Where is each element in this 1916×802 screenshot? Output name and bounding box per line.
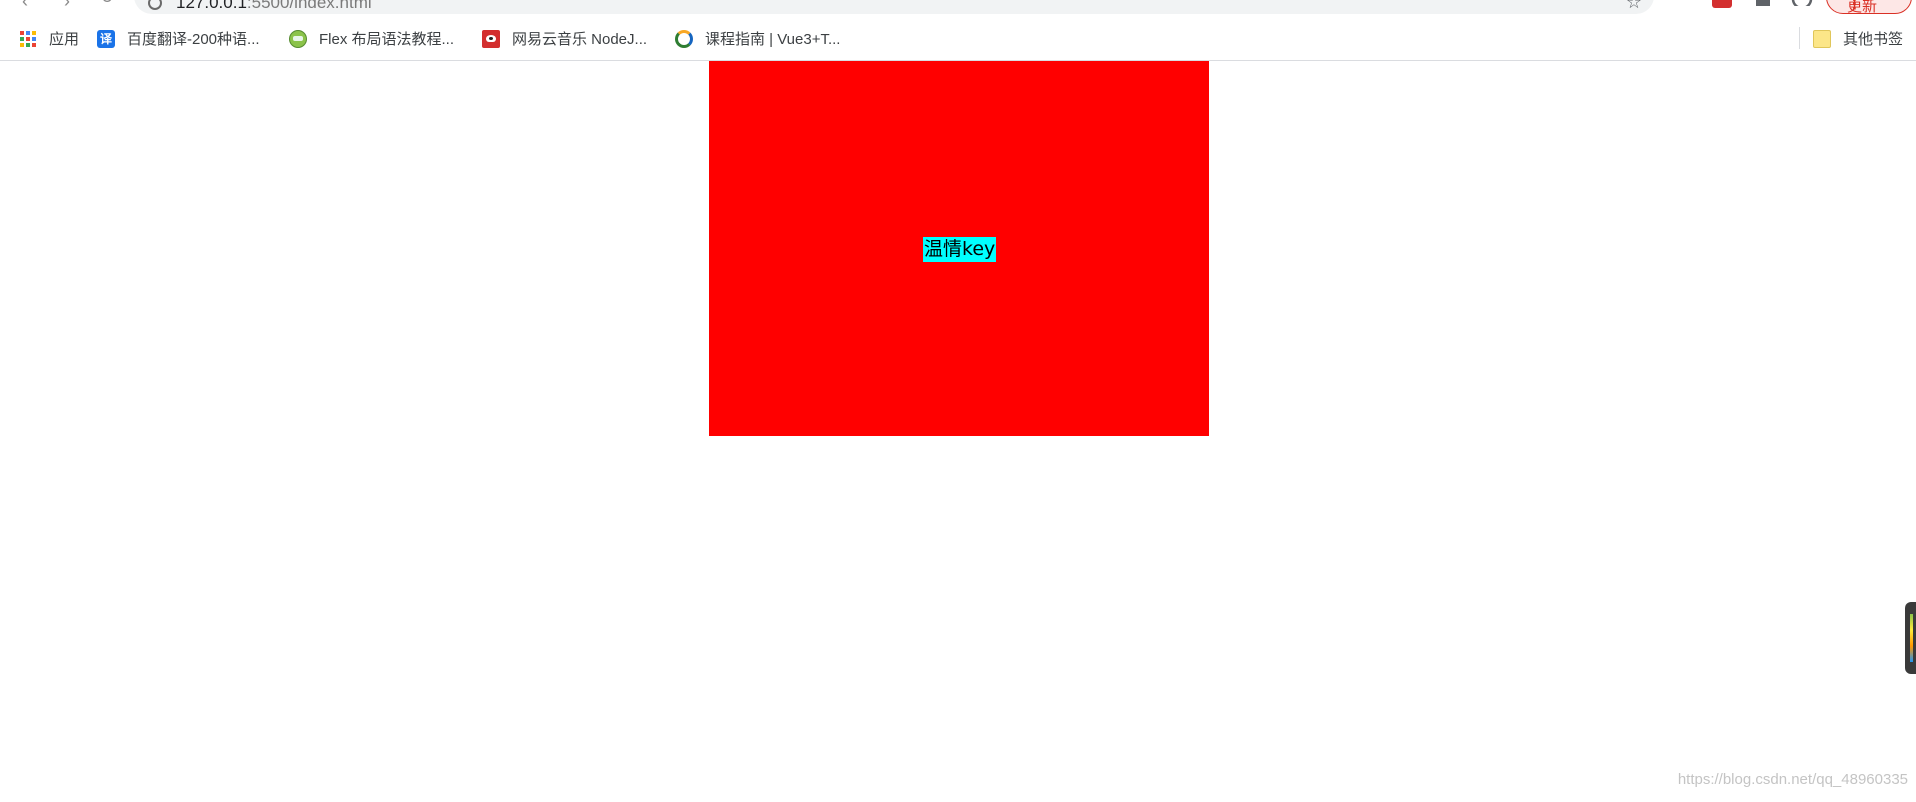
side-widget-handle[interactable] [1905,602,1916,674]
other-bookmarks[interactable]: 其他书签 [1813,17,1903,60]
bookmark-apps[interactable]: 应用 [19,17,79,60]
site-info-icon[interactable] [148,0,162,10]
netease-music-icon [482,29,500,48]
folder-icon [1813,29,1831,48]
course-guide-icon [675,29,693,48]
bookmarks-bar: 应用 译 百度翻译-200种语... Flex 布局语法教程... 网易云音乐 … [0,17,1916,61]
bookmark-netease-music[interactable]: 网易云音乐 NodeJ... [482,17,647,60]
centered-text: 温情key [923,237,997,262]
bookmark-flex-tutorial[interactable]: Flex 布局语法教程... [289,17,454,60]
bookmark-baidu-translate[interactable]: 译 百度翻译-200种语... [97,17,260,60]
profile-icon[interactable] [1790,0,1814,6]
red-container: 温情key [709,61,1209,436]
address-bar[interactable]: 127.0.0.1:5500/index.html ☆ [134,0,1654,14]
bookmark-course-guide[interactable]: 课程指南 | Vue3+T... [675,17,840,60]
forward-icon[interactable]: › [56,0,78,12]
bookmark-star-icon[interactable]: ☆ [1626,0,1642,13]
baidu-translate-icon: 译 [97,29,115,48]
url-text[interactable]: 127.0.0.1:5500/index.html [176,0,372,13]
reload-icon[interactable]: ↻ [96,0,118,10]
extension-pin-icon[interactable] [1676,0,1690,10]
flex-tutorial-icon [289,29,307,48]
other-bookmarks-label: 其他书签 [1843,31,1904,48]
back-icon[interactable]: ‹ [14,0,36,12]
bookmarks-separator [1799,27,1800,49]
apps-grid-icon [19,30,37,47]
extension-badge-icon[interactable] [1712,0,1732,8]
bookmark-label: 百度翻译-200种语... [127,31,260,48]
update-button[interactable]: 更新 ⋮ [1826,0,1912,15]
bookmark-label: 网易云音乐 NodeJ... [512,31,648,48]
url-host: 127.0.0.1 [176,0,247,12]
watermark-text: https://blog.csdn.net/qq_48960335 [1677,771,1908,788]
url-path: :5500/index.html [246,0,372,12]
bookmark-label: 应用 [49,31,80,48]
browser-toolbar: ‹ › ↻ 127.0.0.1:5500/index.html ☆ 更新 ⋮ [0,0,1916,16]
bookmark-label: Flex 布局语法教程... [319,31,455,48]
extensions-puzzle-icon[interactable] [1752,0,1772,8]
bookmark-label: 课程指南 | Vue3+T... [705,31,841,48]
menu-dots-icon: ⋮ [1847,0,1862,13]
